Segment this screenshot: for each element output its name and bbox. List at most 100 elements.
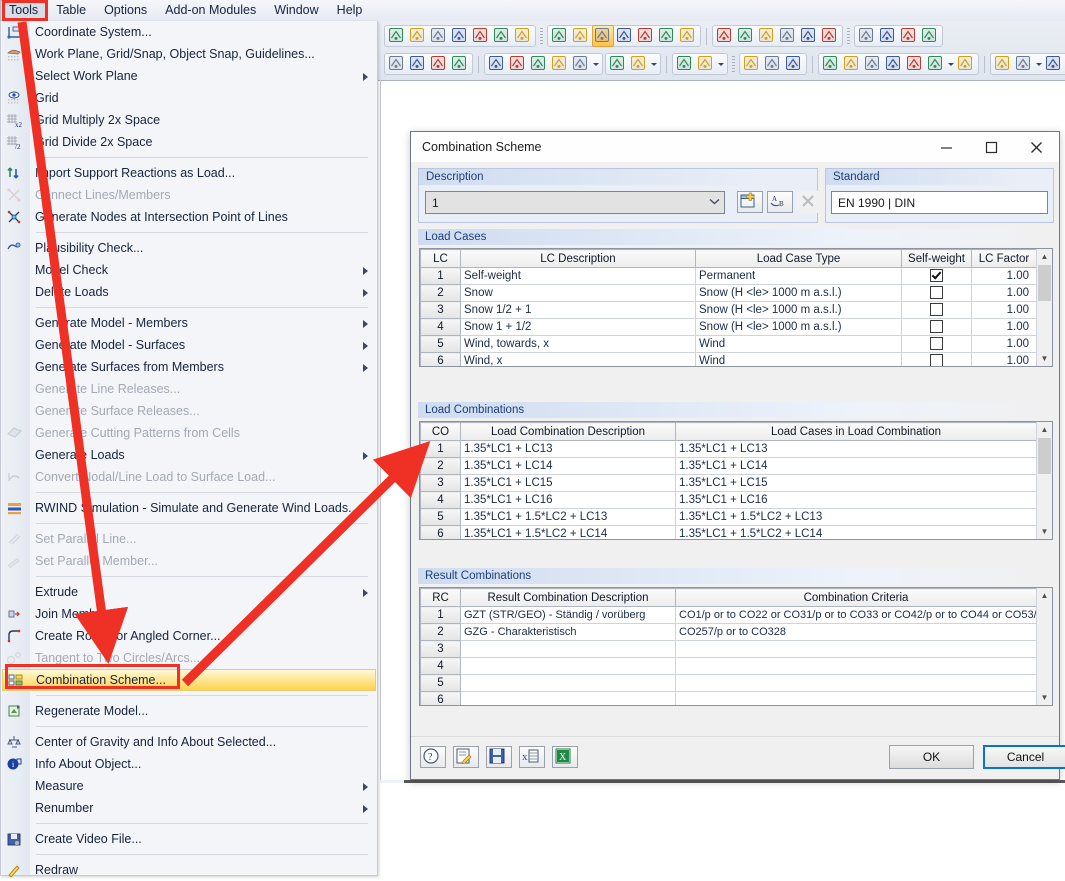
load-case-self-weight[interactable] [901, 352, 972, 366]
load-case-description[interactable]: Wind, x [460, 352, 696, 366]
load-case-index[interactable]: 6 [420, 352, 461, 366]
scroll-down-icon[interactable]: ▼ [1037, 524, 1052, 539]
load-combination-description[interactable]: 1.35*LC1 + LC13 [460, 440, 676, 458]
load-case-self-weight[interactable] [901, 267, 972, 285]
load-case-description[interactable]: Self-weight [460, 267, 696, 285]
load-case-factor[interactable]: 1.00 [971, 301, 1037, 319]
load-case-type[interactable]: Permanent [695, 267, 902, 285]
load-cases-row[interactable]: 4 Snow 1 + 1/2 Snow (H <le> 1000 m a.s.l.)… [420, 318, 1052, 336]
load-case-type[interactable]: Snow (H <le> 1000 m a.s.l.) [695, 284, 902, 302]
chevron-down-icon[interactable] [717, 54, 725, 74]
menubar-item-tools[interactable]: Tools [0, 0, 48, 21]
load-combinations-table[interactable]: CO Load Combination Description Load Cases… [419, 421, 1053, 540]
toolbar-button-icon[interactable] [550, 26, 570, 46]
self-weight-checkbox[interactable] [930, 302, 943, 316]
load-combinations-row[interactable]: 6 1.35*LC1 + 1.5*LC2 + LC14 1.35*LC1 + 1.5… [420, 525, 1052, 539]
load-combination-index[interactable]: 1 [420, 440, 461, 458]
toolbar-button-icon[interactable] [550, 54, 570, 74]
menubar-item-add-on-modules[interactable]: Add-on Modules [156, 0, 265, 21]
result-combination-description[interactable] [460, 657, 676, 675]
toolbar-button-icon[interactable] [429, 26, 449, 46]
save-icon[interactable] [486, 746, 512, 768]
toolbar-button-icon[interactable] [863, 54, 883, 74]
result-combinations-table[interactable]: RC Result Combination Description Combinat… [419, 587, 1053, 706]
scroll-up-icon[interactable]: ▲ [1037, 422, 1052, 437]
menu-item-generate-nodes-at-intersection-point-of-lines[interactable]: Generate Nodes at Intersection Point of … [2, 206, 376, 228]
standard-field[interactable]: EN 1990 | DIN [831, 191, 1048, 214]
result-combination-description[interactable] [460, 691, 676, 705]
load-case-factor[interactable]: 1.00 [971, 335, 1037, 353]
toolbar-button-icon[interactable] [513, 26, 533, 46]
result-combination-index[interactable]: 3 [420, 640, 461, 658]
load-case-description[interactable]: Snow [460, 284, 696, 302]
toolbar-button-icon[interactable] [675, 54, 695, 74]
scroll-down-icon[interactable]: ▼ [1037, 690, 1052, 705]
toolbar-button-icon[interactable] [629, 54, 649, 74]
load-case-type[interactable]: Wind [695, 352, 902, 366]
load-case-self-weight[interactable] [901, 318, 972, 336]
toolbar-button-icon[interactable] [1044, 54, 1064, 74]
edit-comment-icon[interactable] [453, 746, 479, 768]
load-combination-index[interactable]: 6 [420, 525, 461, 539]
toolbar-grip[interactable] [732, 55, 735, 73]
result-combinations-row[interactable]: 4 [420, 657, 1052, 675]
toolbar-button-icon[interactable] [487, 54, 507, 74]
rename-scheme-icon[interactable]: AB [767, 191, 793, 213]
load-cases-header-self-weight[interactable]: Self-weight [901, 249, 972, 268]
load-combinations-row[interactable]: 1 1.35*LC1 + LC13 1.35*LC1 + LC13 [420, 440, 1052, 458]
self-weight-checkbox[interactable] [930, 319, 943, 333]
scrollbar-thumb[interactable] [1038, 265, 1051, 301]
scrollbar-thumb[interactable] [1038, 438, 1051, 474]
toolbar-button-icon[interactable] [742, 54, 762, 74]
menubar-item-options[interactable]: Options [95, 0, 156, 21]
result-combinations-row[interactable]: 2 GZG - Charakteristisch CO257/p or to CO3… [420, 623, 1052, 641]
toolbar-button-icon[interactable] [429, 54, 449, 74]
result-combinations-row[interactable]: 3 [420, 640, 1052, 658]
menubar-item-window[interactable]: Window [265, 0, 327, 21]
toolbar-button-icon[interactable] [408, 26, 428, 46]
load-combinations-row[interactable]: 5 1.35*LC1 + 1.5*LC2 + LC13 1.35*LC1 + 1.5… [420, 508, 1052, 526]
load-combinations-header-load-cases-in-load-combination[interactable]: Load Cases in Load Combination [675, 422, 1037, 441]
toolbar-button-icon[interactable] [387, 54, 407, 74]
toolbar-button-icon[interactable] [857, 26, 877, 46]
toolbar-group[interactable] [712, 25, 843, 47]
dialog-titlebar[interactable]: Combination Scheme [411, 132, 1059, 163]
toolbar-button-icon[interactable] [615, 26, 635, 46]
result-combination-index[interactable]: 1 [420, 606, 461, 624]
result-combination-index[interactable]: 2 [420, 623, 461, 641]
load-combination-cases[interactable]: 1.35*LC1 + 1.5*LC2 + LC14 [675, 525, 1037, 539]
menu-item-generate-model-members[interactable]: Generate Model - Members [2, 312, 376, 334]
menu-item-import-support-reactions-as-load[interactable]: Import Support Reactions as Load... [2, 162, 376, 184]
toolbar-button-icon[interactable] [529, 54, 549, 74]
menu-item-plausibility-check[interactable]: Plausibility Check... [2, 237, 376, 259]
toolbar-group[interactable] [990, 53, 1065, 75]
result-combinations-row[interactable]: 1 GZT (STR/GEO) - Ständig / vorüberg CO1/p… [420, 606, 1052, 624]
close-icon[interactable] [1014, 132, 1059, 162]
toolbar-group[interactable] [384, 25, 536, 47]
load-case-factor[interactable]: 1.00 [971, 267, 1037, 285]
result-combination-description[interactable] [460, 640, 676, 658]
ok-button[interactable]: OK [889, 745, 974, 769]
scroll-down-icon[interactable]: ▼ [1037, 351, 1052, 366]
load-case-description[interactable]: Wind, towards, x [460, 335, 696, 353]
toolbar-button-icon[interactable] [571, 26, 591, 46]
menu-item-rwind-simulation-simulate-and-generate-wind-loads[interactable]: RWIND Simulation - Simulate and Generate… [2, 497, 376, 519]
load-cases-row[interactable]: 2 Snow Snow (H <le> 1000 m a.s.l.) 1.00 [420, 284, 1052, 302]
toolbar-button-icon[interactable] [450, 54, 470, 74]
load-combination-index[interactable]: 2 [420, 457, 461, 475]
chevron-down-icon[interactable] [947, 54, 955, 74]
result-combinations-row[interactable]: 6 [420, 691, 1052, 705]
toolbar-button-icon[interactable] [778, 26, 798, 46]
menu-item-generate-loads[interactable]: Generate Loads [2, 444, 376, 466]
load-case-index[interactable]: 4 [420, 318, 461, 336]
load-combinations-header-co[interactable]: CO [420, 422, 461, 441]
toolbar-button-icon[interactable] [1014, 54, 1034, 74]
menu-item-create-video-file[interactable]: Create Video File... [2, 828, 376, 850]
toolbar-button-icon[interactable] [592, 25, 614, 47]
menu-item-join-member[interactable]: Join Member... [2, 603, 376, 625]
load-combination-description[interactable]: 1.35*LC1 + LC15 [460, 474, 676, 492]
load-combination-index[interactable]: 3 [420, 474, 461, 492]
load-cases-scrollbar[interactable]: ▲ ▼ [1036, 249, 1052, 366]
menu-item-select-work-plane[interactable]: Select Work Plane [2, 65, 376, 87]
toolbar-button-icon[interactable] [878, 26, 898, 46]
